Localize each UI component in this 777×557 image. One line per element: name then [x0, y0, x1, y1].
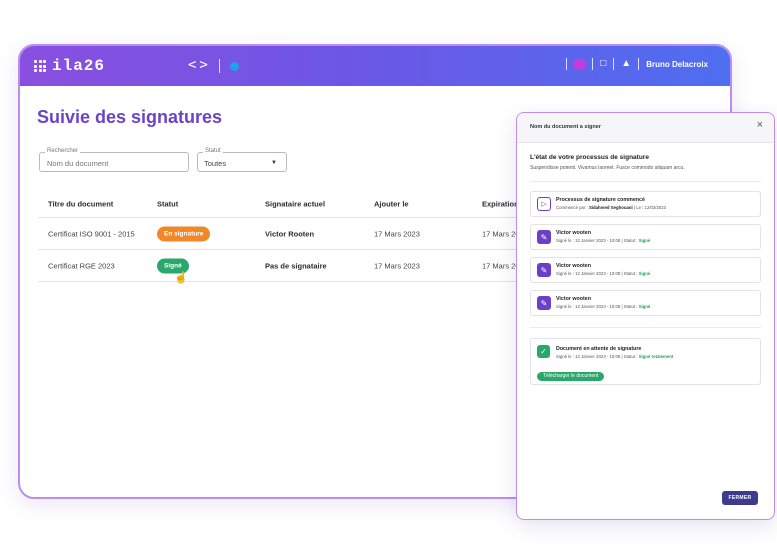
header-title: Titre du document — [48, 199, 114, 209]
logo[interactable]: ila26 — [34, 57, 105, 75]
panel-subtitle: Suspendisse potenti. Vivamus laoreet. Fu… — [530, 165, 685, 171]
row-expiration: 17 Mars 20 — [482, 261, 520, 270]
page-title: Suivie des signatures — [37, 107, 223, 127]
apps-grid-icon[interactable] — [34, 60, 46, 72]
document-status-card: ✓ Document en attente de signature Signé… — [530, 338, 761, 385]
search-input[interactable] — [40, 154, 188, 173]
signer-name: Victor wooten — [556, 230, 591, 236]
panel-header: Nom du document a signer × — [517, 113, 774, 143]
search-field: Rechercher — [39, 147, 189, 173]
topbar-divider — [592, 58, 594, 70]
signer-meta: Signé le : 12 Janvier 2023 - 10:08 | Sta… — [556, 271, 651, 276]
topbar-divider — [613, 58, 615, 70]
status-label: Statut — [203, 147, 223, 155]
row-title: Certificat ISO 9001 - 2015 — [48, 229, 135, 238]
signature-icon: ✎ — [537, 230, 551, 244]
signer-card: ✎ Victor wooten Signé le : 12 Janvier 20… — [530, 224, 761, 250]
signature-icon: ✎ — [537, 263, 551, 277]
row-added: 17 Mars 2023 — [374, 229, 420, 238]
header-signer: Signataire actuel — [265, 199, 326, 209]
user-name[interactable]: Bruno Delacroix — [646, 60, 708, 69]
color-square-icon[interactable] — [574, 58, 586, 70]
signer-card: ✎ Victor wooten Signé le : 12 Janvier 20… — [530, 257, 761, 283]
chat-icon[interactable]: □ — [600, 59, 606, 69]
row-added: 17 Mars 2023 — [374, 261, 420, 270]
panel-divider — [530, 327, 761, 328]
code-brackets-icon[interactable]: <> — [188, 57, 211, 73]
topbar-divider — [219, 59, 220, 73]
status-badge[interactable]: En signature — [157, 226, 211, 241]
panel-header-title: Nom du document a signer — [530, 124, 601, 130]
signatures-table: Titre du document Statut Signataire actu… — [38, 191, 520, 284]
topbar-user-area: □ ▲ Bruno Delacroix — [566, 58, 708, 70]
check-icon: ✓ — [537, 345, 550, 358]
bell-icon[interactable]: ▲ — [621, 59, 631, 69]
process-started-card: ▷ Processus de signature commencé Commen… — [530, 191, 761, 217]
close-panel-button[interactable]: FERMER — [722, 491, 758, 505]
row-expiration: 17 Mars 20 — [482, 229, 520, 238]
process-started-title: Processus de signature commencé — [556, 197, 645, 203]
signer-name: Victor wooten — [556, 296, 591, 302]
panel-title: L'état de votre processus de signature — [530, 154, 649, 161]
table-row[interactable]: Certificat ISO 9001 - 2015 En signature … — [38, 218, 520, 250]
status-badge-label: En signature — [157, 226, 211, 241]
signer-name: Victor wooten — [556, 263, 591, 269]
header-status: Statut — [157, 199, 179, 209]
brand-name: ila26 — [52, 57, 106, 75]
play-icon: ▷ — [537, 197, 551, 211]
status-select-value: Toutes — [204, 159, 227, 168]
signature-icon: ✎ — [537, 296, 551, 310]
document-status-title: Document en attente de signature — [556, 346, 642, 352]
row-signer: Pas de signataire — [265, 261, 327, 270]
signature-process-panel: Nom du document a signer × L'état de vot… — [516, 112, 775, 520]
status-select[interactable]: Statut Toutes ▼ — [197, 147, 287, 172]
signer-card: ✎ Victor wooten Signé le : 12 Janvier 20… — [530, 290, 761, 316]
topbar-divider — [638, 58, 640, 70]
signer-meta: Signé le : 12 Janvier 2023 - 10:08 | Sta… — [556, 238, 651, 243]
table-row[interactable]: Certificat RGE 2023 Signé ☝ Pas de signa… — [38, 250, 520, 284]
pointer-hand-icon: ☝ — [174, 272, 188, 284]
process-started-meta: Commencé par : Sidahmed Seghouani | Le :… — [556, 205, 667, 210]
header-added: Ajouter le — [374, 199, 409, 209]
row-signer: Victor Rooten — [265, 229, 315, 238]
topbar-divider — [566, 58, 568, 70]
table-header: Titre du document Statut Signataire actu… — [38, 191, 519, 218]
top-bar: ila26 <> □ ▲ Bruno Delacroix — [20, 46, 730, 86]
row-title: Certificat RGE 2023 — [48, 261, 115, 270]
chevron-down-icon[interactable]: ▼ — [271, 160, 277, 166]
close-icon[interactable]: × — [757, 119, 763, 131]
status-dot-icon[interactable] — [230, 62, 239, 71]
download-document-button[interactable]: Télécharger le document — [537, 372, 605, 381]
panel-divider — [530, 181, 761, 182]
header-expiration: Expiration — [482, 199, 519, 209]
signer-meta: Signé le : 12 Janvier 2023 - 10:08 | Sta… — [556, 304, 651, 309]
search-label: Rechercher — [45, 147, 81, 155]
document-status-meta: Signé le : 12 Janvier 2023 - 10:08 | Sta… — [556, 354, 674, 359]
